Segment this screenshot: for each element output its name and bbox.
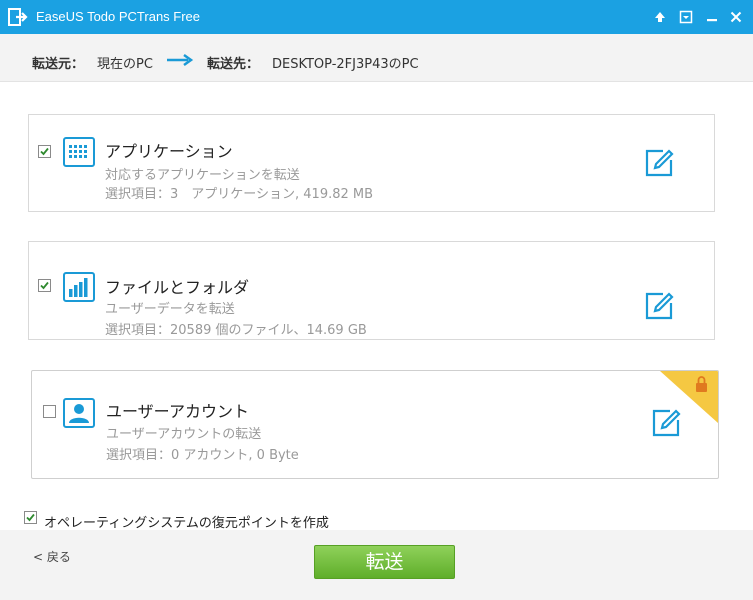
menu-dropdown-icon[interactable] — [676, 7, 696, 27]
lock-icon[interactable] — [660, 371, 718, 423]
user-accounts-title: ユーザーアカウント — [106, 402, 250, 421]
applications-stats: 選択項目：3 アプリケーション, 419.82 MB — [105, 187, 374, 202]
source-label: 転送元： — [32, 57, 85, 72]
close-icon[interactable] — [726, 7, 746, 27]
files-folders-title: ファイルとフォルダ — [105, 278, 250, 297]
footer-bar: < 戻る 転送 — [0, 530, 753, 600]
edit-files-folders-icon[interactable] — [643, 290, 675, 322]
title-bar: EaseUS Todo PCTrans Free — [0, 0, 753, 34]
edit-applications-icon[interactable] — [643, 147, 675, 179]
applications-checkbox[interactable] — [38, 145, 51, 158]
transfer-route-bar: 転送元： 現在のPC 転送先： DESKTOP-2FJ3P43のPC — [0, 34, 753, 82]
destination-label: 転送先： — [207, 57, 260, 72]
applications-title: アプリケーション — [105, 142, 233, 161]
back-link[interactable]: < 戻る — [33, 548, 71, 565]
user-accounts-stats: 選択項目：0 アカウント, 0 Byte — [106, 448, 299, 463]
files-folders-card: ファイルとフォルダ ユーザーデータを転送 選択項目：20589 個のファイル、1… — [28, 241, 715, 340]
applications-card: アプリケーション 対応するアプリケーションを転送 選択項目：3 アプリケーション… — [28, 114, 715, 212]
minimize-icon[interactable] — [702, 7, 722, 27]
destination-value: DESKTOP-2FJ3P43のPC — [272, 57, 419, 72]
arrow-right-icon — [167, 53, 194, 67]
user-accounts-card: ユーザーアカウント ユーザーアカウントの転送 選択項目：0 アカウント, 0 B… — [31, 370, 719, 479]
window-title: EaseUS Todo PCTrans Free — [36, 9, 201, 24]
user-accounts-description: ユーザーアカウントの転送 — [106, 427, 262, 442]
user-account-icon — [63, 398, 95, 428]
transfer-button[interactable]: 転送 — [314, 545, 455, 579]
bar-chart-icon — [63, 272, 95, 302]
files-folders-stats: 選択項目：20589 個のファイル、14.69 GB — [105, 323, 367, 338]
files-folders-description: ユーザーデータを転送 — [105, 302, 235, 317]
grid-apps-icon — [63, 137, 95, 167]
source-value: 現在のPC — [97, 57, 153, 72]
restore-point-label: オペレーティングシステムの復元ポイントを作成 — [44, 516, 329, 531]
applications-description: 対応するアプリケーションを転送 — [105, 168, 300, 183]
user-accounts-checkbox[interactable] — [43, 405, 56, 418]
restore-point-checkbox[interactable] — [24, 511, 37, 524]
pin-top-icon[interactable] — [650, 7, 670, 27]
files-folders-checkbox[interactable] — [38, 279, 51, 292]
app-logo-icon — [8, 7, 28, 27]
